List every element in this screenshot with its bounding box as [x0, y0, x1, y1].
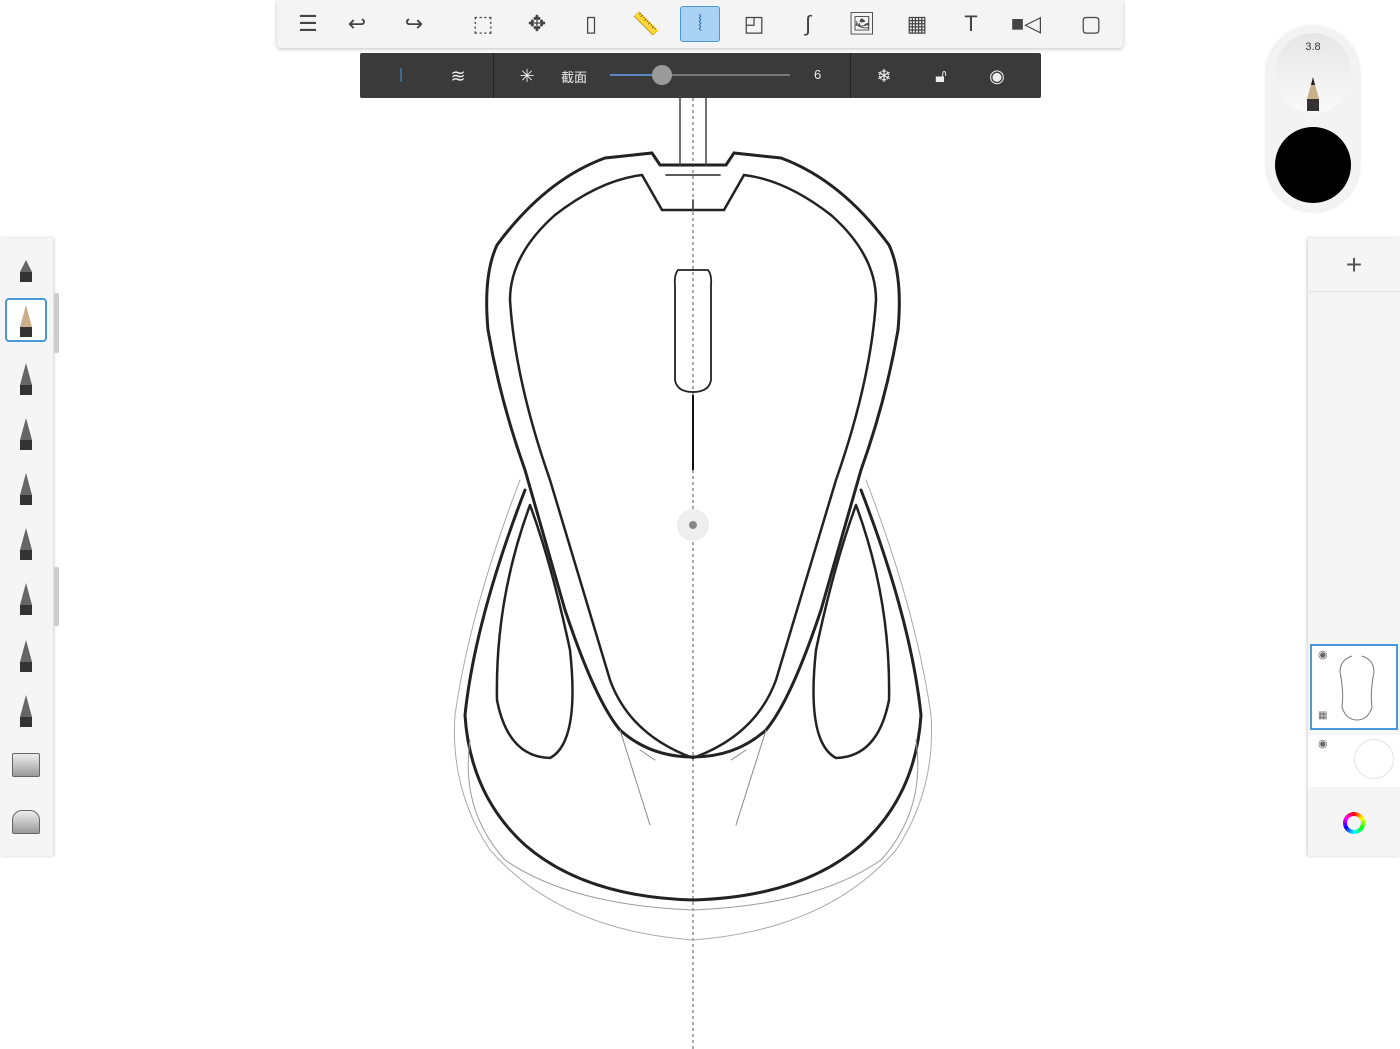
ruler-icon[interactable]: 📏 [626, 6, 666, 42]
layer-thumbnail-1[interactable]: ◉ ▦ [1310, 644, 1398, 730]
drawing-canvas[interactable] [0, 0, 1400, 1049]
brush-scrollbar[interactable] [54, 567, 59, 626]
radial-symmetry-icon[interactable]: ✳ [511, 61, 543, 91]
symmetry-mode-label: 截面 [561, 70, 588, 85]
slider-thumb[interactable] [652, 65, 672, 85]
video-icon[interactable]: ■◁ [1006, 6, 1046, 42]
move-icon[interactable]: ✥ [517, 6, 557, 42]
color-puck[interactable] [1275, 127, 1351, 203]
divider [850, 53, 851, 98]
unlock-icon[interactable]: 🔓︎ [925, 61, 957, 91]
layer-visibility-icon[interactable]: ◉ [1318, 648, 1328, 661]
marker-icon[interactable] [5, 411, 47, 455]
color-wheel-icon[interactable] [1343, 812, 1365, 834]
pencil-icon [1307, 77, 1319, 111]
add-layer-button[interactable]: + [1308, 238, 1400, 292]
background-layer-preview [1354, 739, 1394, 779]
sector-count: 6 [814, 67, 822, 82]
layer-panel: + ◉ ▦ ◉ [1308, 238, 1400, 856]
image-icon[interactable]: 🖼 [842, 6, 882, 42]
snowflake-icon[interactable]: ❄ [868, 61, 900, 91]
curve-icon[interactable]: ∫ [788, 6, 828, 42]
select-icon[interactable]: ⬚ [463, 6, 503, 42]
paintbrush-icon[interactable] [5, 576, 47, 620]
pencil-brush-icon[interactable] [5, 298, 47, 342]
layer-visibility-icon[interactable]: ◉ [1318, 737, 1328, 750]
layer-preview [1339, 655, 1375, 721]
eye-icon[interactable]: ◉ [981, 61, 1013, 91]
layer-thumbnail-2[interactable]: ◉ [1308, 735, 1400, 787]
bucket-icon[interactable]: ▯ [571, 6, 611, 42]
perspective-icon[interactable]: ▦ [897, 6, 937, 42]
fountain-pen-icon[interactable] [5, 688, 47, 732]
fullscreen-icon[interactable]: ▢ [1071, 6, 1111, 42]
airbrush-icon[interactable] [5, 356, 47, 400]
brush-scrollbar[interactable] [54, 293, 59, 353]
layer-lock-icon[interactable]: ▦ [1318, 710, 1327, 721]
soft-eraser-icon[interactable] [5, 800, 47, 844]
undo-icon[interactable]: ↩ [337, 6, 377, 42]
main-toolbar: ☰ ↩ ↪ ⬚ ✥ ▯ 📏 ⦚ ◰ ∫ 🖼 ▦ T ■◁ ▢ [277, 0, 1123, 48]
divider [493, 53, 494, 98]
fineliner-icon[interactable] [5, 633, 47, 677]
ballpoint-pen-icon[interactable] [5, 521, 47, 565]
symmetry-vertical-icon[interactable]: ⦚ [385, 61, 417, 91]
brush-size: 3.8 [1305, 41, 1321, 53]
symmetry-icon[interactable]: ⦚ [680, 6, 720, 42]
symmetry-toolbar: ⦚ ≋ ✳ 截面 6 ❄ 🔓︎ ◉ [360, 53, 1041, 98]
shapes-icon[interactable]: ◰ [734, 6, 774, 42]
symmetry-horizontal-icon[interactable]: ≋ [442, 61, 474, 91]
brush-puck[interactable]: 3.8 [1267, 27, 1359, 211]
brush-properties-icon[interactable] [5, 243, 47, 287]
hard-eraser-icon[interactable] [5, 743, 47, 787]
brush-palette [0, 238, 53, 856]
list-icon[interactable]: ☰ [288, 6, 328, 42]
text-icon[interactable]: T [951, 6, 991, 42]
redo-icon[interactable]: ↪ [394, 6, 434, 42]
chisel-marker-icon[interactable] [5, 466, 47, 510]
